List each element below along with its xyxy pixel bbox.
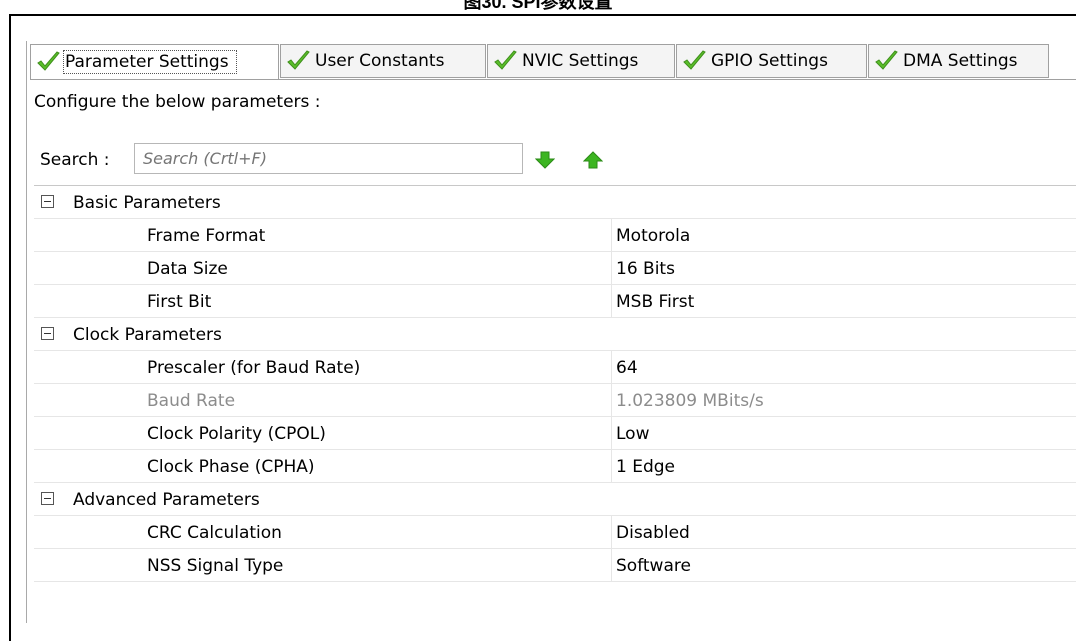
group-name: Clock Parameters	[73, 325, 222, 345]
collapse-icon[interactable]	[41, 195, 54, 208]
tab-nvic-settings[interactable]: NVIC Settings	[487, 44, 675, 78]
param-row[interactable]: First Bit MSB First	[34, 285, 1076, 318]
param-row[interactable]: Clock Phase (CPHA) 1 Edge	[34, 450, 1076, 483]
group-row-clock[interactable]: Clock Parameters	[34, 318, 1076, 351]
configure-label: Configure the below parameters :	[34, 92, 321, 112]
checkmark-icon	[287, 50, 310, 70]
param-value[interactable]: Software	[616, 556, 691, 576]
collapse-icon[interactable]	[41, 492, 54, 505]
checkmark-icon	[875, 50, 898, 70]
tab-dma-settings[interactable]: DMA Settings	[868, 44, 1049, 78]
param-value[interactable]: Disabled	[616, 523, 690, 543]
arrow-up-icon[interactable]	[583, 150, 603, 170]
param-value[interactable]: 64	[616, 358, 638, 378]
group-name: Basic Parameters	[73, 193, 221, 213]
tab-label: NVIC Settings	[522, 51, 639, 71]
checkmark-icon	[683, 50, 706, 70]
param-row[interactable]: Clock Polarity (CPOL) Low	[34, 417, 1076, 450]
tab-bar-divider	[30, 79, 1076, 80]
tab-label: GPIO Settings	[711, 51, 828, 71]
param-row: Baud Rate 1.023809 MBits/s	[34, 384, 1076, 417]
param-name: Clock Phase (CPHA)	[147, 457, 315, 477]
search-label: Search :	[40, 150, 110, 170]
param-name: NSS Signal Type	[147, 556, 284, 576]
param-row[interactable]: Frame Format Motorola	[34, 219, 1076, 252]
tab-label: User Constants	[315, 51, 445, 71]
param-name: CRC Calculation	[147, 523, 282, 543]
param-row[interactable]: NSS Signal Type Software	[34, 549, 1076, 582]
tab-label: DMA Settings	[903, 51, 1018, 71]
group-row-advanced[interactable]: Advanced Parameters	[34, 483, 1076, 516]
param-row[interactable]: Data Size 16 Bits	[34, 252, 1076, 285]
tab-parameter-settings[interactable]: Parameter Settings	[30, 44, 279, 80]
param-value[interactable]: 16 Bits	[616, 259, 675, 279]
collapse-icon[interactable]	[41, 327, 54, 340]
group-name: Advanced Parameters	[73, 490, 260, 510]
figure-caption: 图30. SPI参数设置	[463, 0, 613, 12]
param-value: 1.023809 MBits/s	[616, 391, 764, 411]
tab-label: Parameter Settings	[63, 50, 237, 74]
param-name: First Bit	[147, 292, 212, 312]
param-value[interactable]: Low	[616, 424, 649, 444]
param-row[interactable]: Prescaler (for Baud Rate) 64	[34, 351, 1076, 384]
param-name: Baud Rate	[147, 391, 236, 411]
param-row[interactable]: CRC Calculation Disabled	[34, 516, 1076, 549]
tab-gpio-settings[interactable]: GPIO Settings	[676, 44, 867, 78]
param-name: Frame Format	[147, 226, 266, 246]
checkmark-icon	[494, 50, 517, 70]
param-value[interactable]: MSB First	[616, 292, 694, 312]
checkmark-icon	[37, 51, 60, 71]
param-name: Data Size	[147, 259, 228, 279]
arrow-down-icon[interactable]	[535, 150, 555, 170]
param-value[interactable]: Motorola	[616, 226, 690, 246]
parameter-table: Basic Parameters Frame Format Motorola D…	[34, 185, 1076, 582]
search-input[interactable]	[134, 143, 523, 174]
param-value[interactable]: 1 Edge	[616, 457, 675, 477]
tab-user-constants[interactable]: User Constants	[280, 44, 486, 78]
param-name: Clock Polarity (CPOL)	[147, 424, 326, 444]
param-name: Prescaler (for Baud Rate)	[147, 358, 361, 378]
group-row-basic[interactable]: Basic Parameters	[34, 186, 1076, 219]
